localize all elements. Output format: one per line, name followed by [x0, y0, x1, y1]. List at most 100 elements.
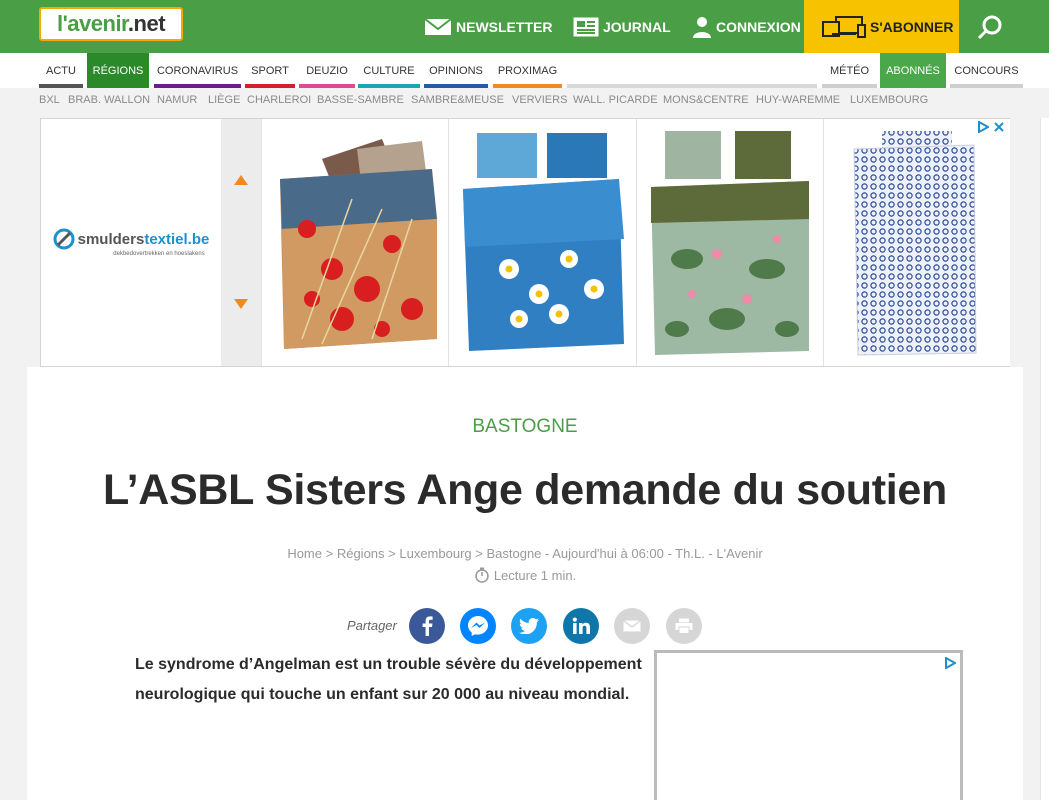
- banner-ad[interactable]: smulderstextiel.be dekbedovertrekken en …: [40, 118, 1010, 367]
- nav-item-coronavirus[interactable]: CORONAVIRUS: [154, 53, 241, 88]
- nav-item-abonnes[interactable]: ABONNÉS: [880, 53, 946, 88]
- devices-icon: [822, 15, 866, 38]
- article-lead: Le syndrome d’Angelman est un trouble sé…: [135, 656, 642, 703]
- breadcrumb-home[interactable]: Home: [287, 546, 322, 561]
- newsletter-link[interactable]: NEWSLETTER: [424, 0, 552, 53]
- facebook-share-button[interactable]: [409, 608, 445, 644]
- read-time-label: Lecture 1 min.: [493, 567, 577, 583]
- nav-item-regions[interactable]: RÉGIONS: [87, 53, 149, 88]
- twitter-share-button[interactable]: [511, 608, 547, 644]
- region-link[interactable]: BASSE-SAMBRE: [317, 94, 404, 106]
- read-time: Lecture 1 min.: [27, 567, 1023, 583]
- journal-link[interactable]: JOURNAL: [573, 0, 671, 53]
- arrow-down-icon[interactable]: [234, 299, 248, 309]
- connexion-label: CONNEXION: [716, 18, 801, 35]
- print-button[interactable]: [666, 608, 702, 644]
- connexion-link[interactable]: CONNEXION: [692, 0, 801, 53]
- ad-choices[interactable]: [977, 121, 1005, 133]
- nav-label: PROXIMAG: [497, 64, 558, 77]
- logo-suffix: .net: [127, 11, 166, 36]
- nav-item-deuzio[interactable]: DEUZIO: [299, 53, 355, 88]
- nav-label: CONCOURS: [954, 64, 1019, 77]
- nav-label: ABONNÉS: [886, 64, 940, 77]
- nav-item-concours[interactable]: CONCOURS: [950, 53, 1023, 88]
- nav-label: CORONAVIRUS: [156, 64, 239, 77]
- daisy-bedding-image: [449, 119, 637, 366]
- region-link[interactable]: CHARLEROI: [247, 94, 311, 106]
- email-share-button[interactable]: [614, 608, 650, 644]
- ad-product-flamingo[interactable]: [636, 119, 824, 366]
- region-link[interactable]: HUY-WAREMME: [756, 94, 840, 106]
- messenger-share-button[interactable]: [460, 608, 496, 644]
- newspaper-icon: [573, 17, 599, 36]
- ad-product-daisies[interactable]: [448, 119, 637, 366]
- ad-product-geometric[interactable]: [823, 119, 1011, 366]
- nav-item-sport[interactable]: SPORT: [245, 53, 295, 88]
- article: BASTOGNE L’ASBL Sisters Ange demande du …: [27, 367, 1023, 800]
- linkedin-icon: [572, 617, 590, 634]
- nav-item-culture[interactable]: CULTURE: [358, 53, 420, 88]
- newsletter-label: NEWSLETTER: [456, 18, 553, 35]
- user-icon: [693, 16, 711, 38]
- ad-brand-main: smulders: [77, 230, 145, 248]
- ad-brand-accent: textiel.be: [144, 230, 210, 248]
- article-date-author: - Aujourd'hui à 06:00 - Th.L. - L'Avenir: [541, 546, 763, 561]
- nav-spacer: [567, 53, 817, 88]
- nav-item-meteo[interactable]: MÉTÉO: [822, 53, 877, 88]
- ad-brand[interactable]: smulderstextiel.be dekbedovertrekken en …: [41, 119, 221, 366]
- region-link[interactable]: LUXEMBOURG: [850, 94, 928, 106]
- envelope-icon: [424, 17, 452, 35]
- nav-item-actu[interactable]: ACTU: [39, 53, 83, 88]
- ad-product-poppies[interactable]: [261, 119, 449, 366]
- nav-item-opinions[interactable]: OPINIONS: [424, 53, 488, 88]
- article-title: L’ASBL Sisters Ange demande du soutien: [103, 466, 947, 514]
- subscribe-label: S'ABONNER: [870, 18, 954, 35]
- region-link[interactable]: WALL. PICARDE: [573, 94, 658, 106]
- region-link[interactable]: LIÈGE: [208, 94, 240, 106]
- region-link[interactable]: BRAB. WALLON: [68, 94, 150, 106]
- poppy-bedding-image: [262, 119, 449, 366]
- messenger-icon: [468, 616, 488, 636]
- share-label: Partager: [347, 618, 397, 633]
- journal-label: JOURNAL: [603, 18, 671, 35]
- breadcrumb-luxembourg[interactable]: Luxembourg: [399, 546, 471, 561]
- region-link[interactable]: VERVIERS: [512, 94, 567, 106]
- twitter-icon: [519, 618, 539, 634]
- nav-label: OPINIONS: [429, 64, 483, 77]
- region-link[interactable]: MONS&CENTRE: [663, 94, 749, 106]
- nav-label: CULTURE: [363, 64, 415, 77]
- site-logo[interactable]: l'avenir.net: [39, 7, 183, 41]
- adchoices-icon: [978, 121, 989, 133]
- smulders-logo-icon: [53, 228, 75, 250]
- top-bar: l'avenir.net NEWSLETTER JOURNAL CONNEXIO…: [0, 0, 1049, 53]
- region-link[interactable]: SAMBRE&MEUSE: [411, 94, 504, 106]
- right-rail: [1040, 118, 1049, 800]
- region-link[interactable]: NAMUR: [157, 94, 197, 106]
- close-icon[interactable]: [993, 121, 1005, 133]
- breadcrumb-regions[interactable]: Régions: [337, 546, 385, 561]
- nav-label: ACTU: [46, 64, 76, 77]
- side-ad[interactable]: [654, 650, 963, 800]
- facebook-icon: [422, 616, 433, 636]
- arrow-up-icon[interactable]: [234, 175, 248, 185]
- nav-label: RÉGIONS: [92, 64, 144, 77]
- region-link[interactable]: BXL: [39, 94, 60, 106]
- search-button[interactable]: [970, 10, 1010, 44]
- flamingo-bedding-image: [637, 119, 824, 366]
- linkedin-share-button[interactable]: [563, 608, 599, 644]
- breadcrumb-bastogne[interactable]: Bastogne: [486, 546, 541, 561]
- geometric-bedding-image: [824, 119, 1010, 366]
- article-category[interactable]: BASTOGNE: [27, 416, 1023, 438]
- nav-item-proximag[interactable]: PROXIMAG: [493, 53, 562, 88]
- article-meta: Home > Régions > Luxembourg > Bastogne -…: [287, 546, 763, 561]
- mail-icon: [623, 620, 641, 632]
- logo-prefix: l'avenir: [56, 11, 128, 36]
- main-nav: ACTU RÉGIONS CORONAVIRUS SPORT DEUZIO CU…: [0, 53, 1049, 88]
- nav-label: MÉTÉO: [829, 64, 870, 77]
- stopwatch-icon: [475, 567, 489, 583]
- ad-carousel-controls: [221, 119, 261, 366]
- adchoices-icon[interactable]: [944, 657, 956, 669]
- printer-icon: [675, 618, 693, 634]
- search-icon: [977, 15, 1002, 40]
- subscribe-button[interactable]: S'ABONNER: [804, 0, 959, 53]
